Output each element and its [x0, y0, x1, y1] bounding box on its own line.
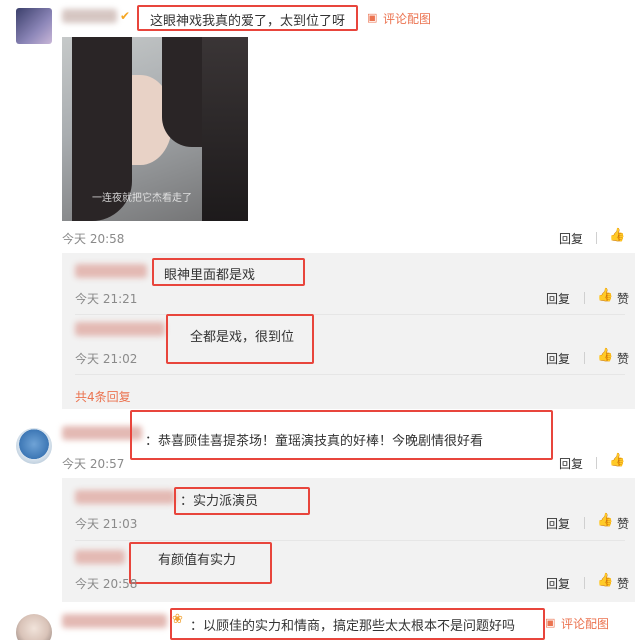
highlight-box [129, 542, 272, 584]
reply-button[interactable]: 回复 [559, 455, 583, 472]
action-separator [584, 577, 585, 589]
reply-button[interactable]: 回复 [546, 350, 570, 367]
divider [75, 540, 625, 541]
reply-time: 今天 21:02 [75, 352, 138, 366]
like-button[interactable]: 赞 [617, 515, 629, 532]
picture-icon: ▣ [367, 11, 378, 24]
reply-time: 今天 21:21 [75, 292, 138, 306]
action-separator [584, 517, 585, 529]
comment-time: 今天 20:57 [62, 457, 125, 471]
thumbs-up-icon[interactable]: 👍 [597, 573, 613, 588]
username[interactable] [62, 614, 167, 628]
reply-username[interactable] [75, 322, 165, 336]
comment-image[interactable]: 一连夜就把它杰看走了 [62, 37, 248, 221]
thumbs-up-icon[interactable]: 👍 [597, 513, 613, 528]
avatar[interactable] [16, 428, 52, 464]
highlight-box [130, 410, 553, 460]
reply-button[interactable]: 回复 [546, 515, 570, 532]
action-separator [584, 292, 585, 304]
like-button[interactable]: 赞 [617, 350, 629, 367]
second-figure [202, 37, 248, 221]
picture-icon: ▣ [545, 616, 556, 629]
thumbs-up-icon[interactable]: 👍 [609, 228, 625, 243]
username[interactable] [62, 9, 117, 23]
thumbs-up-icon[interactable]: 👍 [609, 453, 625, 468]
action-separator [596, 457, 597, 469]
reply-button[interactable]: 回复 [546, 575, 570, 592]
reply-button[interactable]: 回复 [559, 230, 583, 247]
like-button[interactable]: 赞 [617, 575, 629, 592]
highlight-box [137, 5, 358, 31]
reply-username[interactable] [75, 490, 175, 504]
comment-picture-link[interactable]: 评论配图 [561, 615, 609, 632]
thumbs-up-icon[interactable]: 👍 [597, 288, 613, 303]
thumbs-up-icon[interactable]: 👍 [597, 348, 613, 363]
like-button[interactable]: 赞 [617, 290, 629, 307]
reply-button[interactable]: 回复 [546, 290, 570, 307]
reply-time: 今天 21:03 [75, 517, 138, 531]
divider [75, 374, 625, 375]
reply-time: 今天 20:58 [75, 577, 138, 591]
highlight-box [174, 487, 310, 515]
avatar[interactable] [16, 614, 52, 640]
comment-picture-link[interactable]: 评论配图 [383, 10, 431, 27]
more-replies-link[interactable]: 共4条回复 [75, 388, 131, 405]
highlight-box [152, 258, 305, 286]
avatar[interactable] [16, 8, 52, 44]
reply-username[interactable] [75, 264, 147, 278]
reply-username[interactable] [75, 550, 125, 564]
image-caption: 一连夜就把它杰看走了 [92, 193, 192, 204]
highlight-box [170, 608, 545, 640]
highlight-box [166, 314, 314, 364]
action-separator [596, 232, 597, 244]
verified-badge-icon: ✔ [120, 9, 131, 23]
action-separator [584, 352, 585, 364]
divider [75, 314, 625, 315]
comment-time: 今天 20:58 [62, 232, 125, 246]
hair-shape-right [162, 37, 202, 147]
